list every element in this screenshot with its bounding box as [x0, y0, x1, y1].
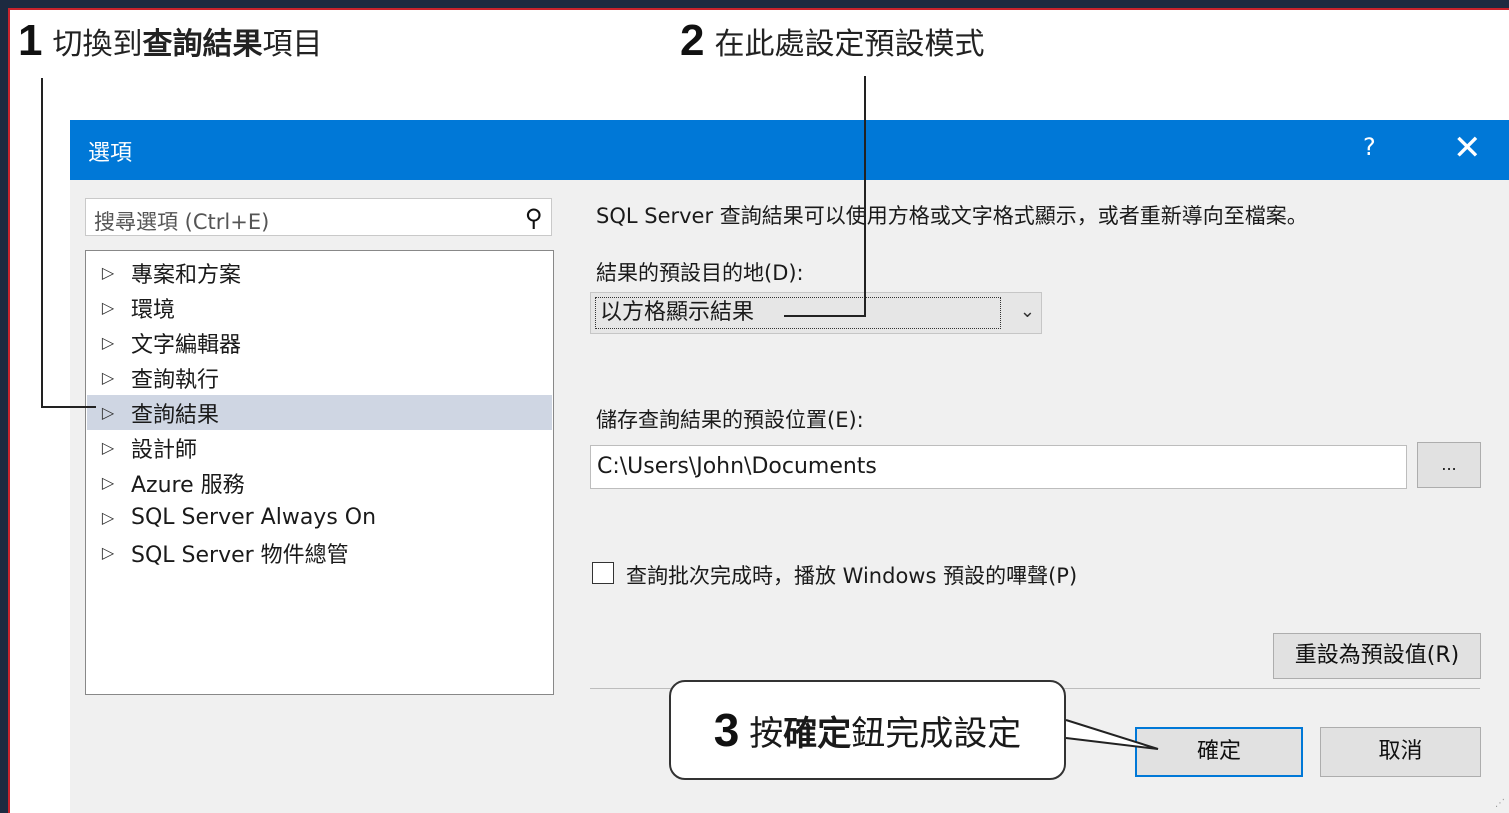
- callout-2-text: 在此處設定預設模式: [714, 27, 985, 62]
- destination-select[interactable]: 以方格顯示結果 ⌄: [590, 292, 1042, 334]
- frame-top-accent: [8, 8, 1509, 10]
- beep-label: 查詢批次完成時，播放 Windows 預設的嗶聲(P): [626, 564, 1078, 588]
- location-input[interactable]: C:\Users\John\Documents: [590, 445, 1407, 489]
- tree-item-query-execution[interactable]: ▷ 查詢執行: [87, 360, 552, 395]
- expand-arrow-icon[interactable]: ▷: [93, 263, 123, 282]
- callout-2-number: 2: [680, 16, 705, 65]
- expand-arrow-icon[interactable]: ▷: [93, 508, 123, 527]
- frame-top-border: [0, 0, 1509, 8]
- search-placeholder: 搜尋選項 (Ctrl+E): [94, 210, 270, 234]
- cancel-button[interactable]: 取消: [1320, 727, 1481, 777]
- callout-2: 2 在此處設定預設模式: [680, 16, 984, 66]
- tree-item-label: 專案和方案: [131, 262, 242, 288]
- expand-arrow-icon[interactable]: ▷: [93, 298, 123, 317]
- tree-item-designers[interactable]: ▷ 設計師: [87, 430, 552, 465]
- callout-3: 3 按確定鈕完成設定: [669, 680, 1066, 780]
- expand-arrow-icon[interactable]: ▷: [93, 438, 123, 457]
- tree-item-environment[interactable]: ▷ 環境: [87, 290, 552, 325]
- description-text: SQL Server 查詢結果可以使用方格或文字格式顯示，或者重新導向至檔案。: [596, 204, 1308, 228]
- tree-item-label: 查詢執行: [131, 367, 220, 393]
- callout-1-post: 項目: [262, 27, 323, 62]
- tree-item-label: SQL Server Always On: [131, 505, 377, 530]
- frame-left-border: [0, 0, 8, 813]
- help-button[interactable]: ?: [1363, 133, 1376, 161]
- expand-arrow-icon[interactable]: ▷: [93, 473, 123, 492]
- tree-item-query-results[interactable]: ▷ 查詢結果: [87, 395, 552, 430]
- callout-1-pre: 切換到: [52, 27, 143, 62]
- search-icon: ⚲: [525, 204, 543, 232]
- callout-1: 1 切換到查詢結果項目: [18, 16, 322, 66]
- callout-1-text: 切換到查詢結果項目: [52, 19, 322, 63]
- tree-item-label: 設計師: [131, 437, 198, 463]
- callout-3-text: 按確定鈕完成設定: [749, 706, 1021, 755]
- options-tree[interactable]: ▷ 專案和方案 ▷ 環境 ▷ 文字編輯器 ▷ 查詢執行 ▷ 查詢結果 ▷ 設計師…: [85, 250, 554, 695]
- reset-defaults-button[interactable]: 重設為預設值(R): [1273, 633, 1481, 679]
- expand-arrow-icon[interactable]: ▷: [93, 403, 123, 422]
- tree-item-label: 查詢結果: [131, 402, 220, 428]
- tree-item-azure[interactable]: ▷ Azure 服務: [87, 465, 552, 500]
- dialog-title: 選項: [88, 141, 133, 166]
- callout-1-bold: 查詢結果: [142, 27, 263, 62]
- expand-arrow-icon[interactable]: ▷: [93, 368, 123, 387]
- location-label: 儲存查詢結果的預設位置(E):: [596, 408, 864, 432]
- chevron-down-icon[interactable]: ⌄: [1020, 301, 1035, 322]
- tree-item-always-on[interactable]: ▷ SQL Server Always On: [87, 500, 552, 535]
- expand-arrow-icon[interactable]: ▷: [93, 333, 123, 352]
- tree-item-label: Azure 服務: [131, 472, 245, 498]
- close-button[interactable]: ✕: [1453, 128, 1482, 168]
- resize-grip-icon[interactable]: ⋰: [1495, 798, 1505, 809]
- tree-item-text-editor[interactable]: ▷ 文字編輯器: [87, 325, 552, 360]
- callout-3-post: 鈕完成設定: [851, 713, 1022, 754]
- destination-label: 結果的預設目的地(D):: [596, 261, 804, 285]
- callout-3-number: 3: [713, 704, 740, 756]
- expand-arrow-icon[interactable]: ▷: [93, 543, 123, 562]
- dialog-titlebar: 選項 ? ✕: [70, 120, 1509, 180]
- tree-item-label: 文字編輯器: [131, 332, 242, 358]
- ok-button[interactable]: 確定: [1135, 727, 1303, 777]
- destination-value: 以方格顯示結果: [595, 297, 1001, 329]
- callout-3-pre: 按: [749, 713, 784, 754]
- tree-item-projects[interactable]: ▷ 專案和方案: [87, 255, 552, 290]
- frame-left-accent: [8, 8, 10, 813]
- search-input[interactable]: 搜尋選項 (Ctrl+E) ⚲: [85, 198, 552, 236]
- tree-item-label: 環境: [131, 297, 176, 323]
- callout-1-number: 1: [18, 16, 43, 65]
- browse-button[interactable]: ...: [1417, 442, 1481, 488]
- tree-item-label: SQL Server 物件總管: [131, 542, 349, 568]
- beep-checkbox[interactable]: [592, 562, 614, 584]
- callout-3-bold: 確定: [783, 713, 852, 754]
- tree-item-object-explorer[interactable]: ▷ SQL Server 物件總管: [87, 535, 552, 570]
